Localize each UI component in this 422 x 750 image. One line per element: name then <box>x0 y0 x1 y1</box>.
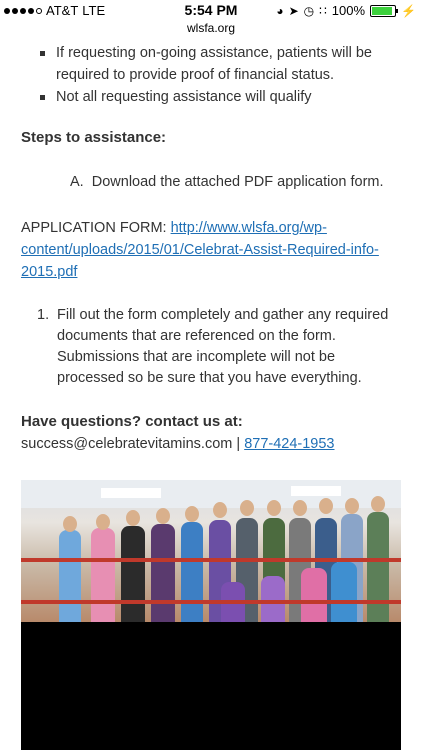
contact-line: success@celebratevitamins.com | 877-424-… <box>21 436 335 452</box>
status-bar: AT&T LTE 5:54 PM wlsfa.org ◕ ➤ ◷ ∷ 100% … <box>0 0 422 40</box>
charging-bolt-icon: ⚡ <box>401 3 416 18</box>
step-a-text: Download the attached PDF application fo… <box>91 174 384 190</box>
rotation-lock-icon: ◕ <box>276 3 284 18</box>
battery-icon <box>370 4 399 17</box>
status-right: ◕ ➤ ◷ ∷ 100% ⚡ <box>276 3 416 18</box>
list-item: Not all requesting assistance will quali… <box>34 86 394 108</box>
battery-percent: 100% <box>331 3 366 18</box>
step-1-marker: 1. <box>37 307 50 323</box>
contact-phone-link[interactable]: 877-424-1953 <box>244 436 334 452</box>
team-photo-scene <box>21 480 401 622</box>
questions-heading: Have questions? contact us at: <box>21 413 243 430</box>
alarm-clock-icon: ◷ <box>303 3 315 18</box>
steps-heading: Steps to assistance: <box>21 129 167 146</box>
requirements-list: If requesting on-going assistance, patie… <box>34 42 394 108</box>
bluetooth-icon: ∷ <box>319 3 327 18</box>
list-item: If requesting on-going assistance, patie… <box>34 42 394 86</box>
address-bar-url[interactable]: wlsfa.org <box>0 21 422 35</box>
team-photo <box>21 480 401 750</box>
contact-email: success@celebratevitamins.com <box>21 436 233 452</box>
step-a-marker: A. <box>70 174 84 190</box>
step-1-text: Fill out the form completely and gather … <box>57 307 389 386</box>
location-arrow-icon: ➤ <box>288 3 299 18</box>
contact-separator: | <box>232 436 245 452</box>
application-form-label: APPLICATION FORM: <box>21 220 171 236</box>
application-form-line: APPLICATION FORM: http://www.wlsfa.org/w… <box>21 217 406 283</box>
step-a: A. Download the attached PDF application… <box>70 174 384 190</box>
